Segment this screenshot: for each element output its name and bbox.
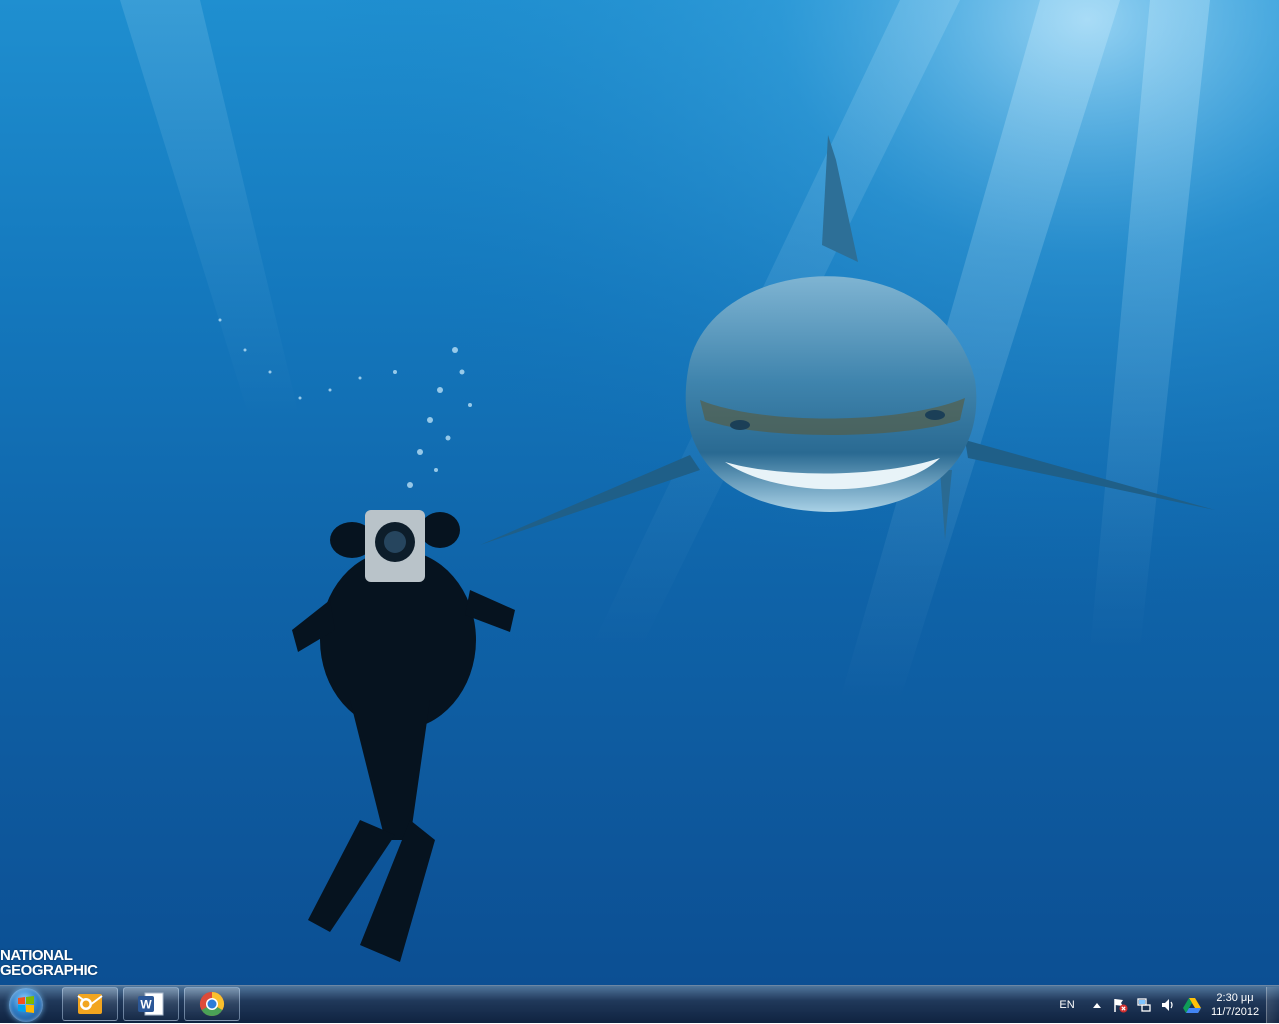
action-center-flag-icon[interactable] xyxy=(1108,997,1132,1013)
taskbar-outlook-button[interactable] xyxy=(62,987,118,1021)
clock-date: 11/7/2012 xyxy=(1210,1006,1260,1018)
chrome-icon xyxy=(199,992,225,1017)
windows-logo-icon xyxy=(9,988,43,1022)
volume-icon[interactable] xyxy=(1156,997,1180,1013)
show-desktop-button[interactable] xyxy=(1266,986,1279,1024)
network-icon[interactable] xyxy=(1132,997,1156,1013)
system-tray: EN 2:30 μμ 11/7/2012 xyxy=(1054,986,1279,1024)
word-icon: W xyxy=(138,992,164,1016)
clock-time: 2:30 μμ xyxy=(1216,992,1254,1004)
watermark-line2: GEOGRAPHIC xyxy=(0,962,98,979)
taskbar-word-button[interactable]: W xyxy=(123,987,179,1021)
show-hidden-icons-icon[interactable] xyxy=(1086,1001,1108,1009)
google-drive-icon[interactable] xyxy=(1180,997,1204,1013)
taskbar-chrome-button[interactable] xyxy=(184,987,240,1021)
wallpaper-image xyxy=(0,0,1279,985)
language-indicator[interactable]: EN xyxy=(1054,999,1080,1011)
national-geographic-watermark: NATIONAL GEOGRAPHIC xyxy=(0,948,98,978)
outlook-icon xyxy=(77,994,103,1014)
svg-text:W: W xyxy=(140,998,152,1012)
watermark-line1: NATIONAL xyxy=(0,947,73,964)
taskbar: W EN 2:30 μμ 11/7/2012 xyxy=(0,985,1279,1024)
clock[interactable]: 2:30 μμ 11/7/2012 xyxy=(1204,986,1266,1024)
desktop[interactable]: NATIONAL GEOGRAPHIC xyxy=(0,0,1279,985)
start-button[interactable] xyxy=(4,987,48,1023)
